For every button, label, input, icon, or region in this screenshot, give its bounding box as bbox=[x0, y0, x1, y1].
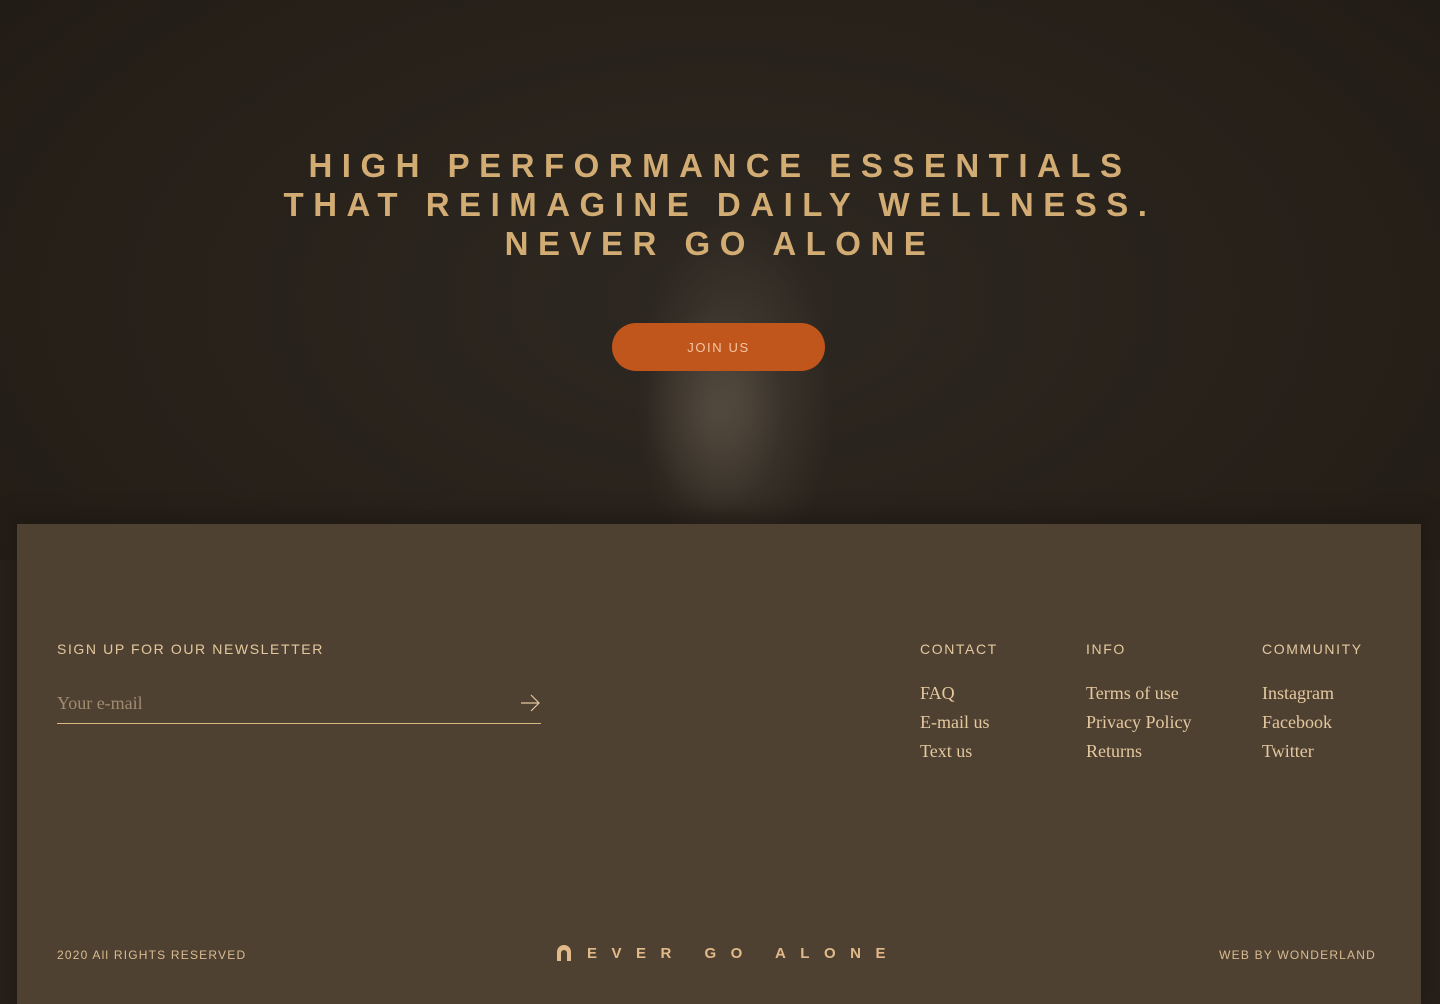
faq-link[interactable]: FAQ bbox=[920, 679, 998, 708]
terms-of-use-link[interactable]: Terms of use bbox=[1086, 679, 1192, 708]
twitter-link[interactable]: Twitter bbox=[1262, 737, 1363, 766]
hero-section: HIGH PERFORMANCE ESSENTIALS THAT REIMAGI… bbox=[0, 0, 1440, 560]
headline-line-1: HIGH PERFORMANCE ESSENTIALS bbox=[308, 147, 1132, 184]
join-us-button[interactable]: JOIN US bbox=[612, 323, 825, 371]
newsletter-form bbox=[57, 688, 541, 724]
community-column: COMMUNITY Instagram Facebook Twitter bbox=[1262, 641, 1363, 766]
brand-wordmark: EVER GO ALONE bbox=[587, 944, 900, 962]
email-us-link[interactable]: E-mail us bbox=[920, 708, 998, 737]
privacy-policy-link[interactable]: Privacy Policy bbox=[1086, 708, 1192, 737]
contact-column: CONTACT FAQ E-mail us Text us bbox=[920, 641, 998, 766]
arrow-right-icon[interactable] bbox=[519, 692, 541, 714]
arch-logo-icon bbox=[557, 945, 571, 961]
text-us-link[interactable]: Text us bbox=[920, 737, 998, 766]
newsletter-title: SIGN UP FOR OUR NEWSLETTER bbox=[57, 641, 324, 657]
returns-link[interactable]: Returns bbox=[1086, 737, 1192, 766]
web-credit[interactable]: WEB BY WONDERLAND bbox=[1219, 948, 1376, 962]
brand-logo[interactable]: EVER GO ALONE bbox=[557, 942, 900, 964]
info-title: INFO bbox=[1086, 641, 1126, 657]
email-input[interactable] bbox=[57, 690, 497, 716]
facebook-link[interactable]: Facebook bbox=[1262, 708, 1363, 737]
headline-line-3: NEVER GO ALONE bbox=[504, 225, 936, 262]
headline-line-2: THAT REIMAGINE DAILY WELLNESS. bbox=[283, 186, 1157, 223]
copyright-text: 2020 All RIGHTS RESERVED bbox=[57, 948, 247, 962]
site-footer: SIGN UP FOR OUR NEWSLETTER CONTACT FAQ E… bbox=[17, 524, 1421, 1004]
hero-headline: HIGH PERFORMANCE ESSENTIALS THAT REIMAGI… bbox=[0, 146, 1440, 263]
instagram-link[interactable]: Instagram bbox=[1262, 679, 1363, 708]
community-title: COMMUNITY bbox=[1262, 641, 1363, 657]
info-column: INFO Terms of use Privacy Policy Returns bbox=[1086, 641, 1192, 766]
contact-title: CONTACT bbox=[920, 641, 998, 657]
